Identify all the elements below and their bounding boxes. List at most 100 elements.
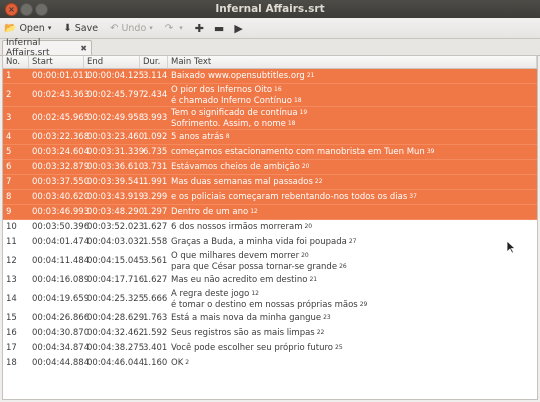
cell-end[interactable]: 00:03:39.541 — [84, 175, 144, 189]
cell-main-text[interactable]: Mas eu não acredito em destino 21 — [168, 273, 537, 287]
cell-start[interactable]: 00:03:22.368 — [29, 130, 89, 144]
cell-main-text[interactable]: Está a mais nova da minha gangue 23 — [168, 311, 537, 325]
cell-main-text[interactable]: Você pode escolher seu próprio futuro 25 — [168, 341, 537, 355]
column-header-end[interactable]: End — [84, 56, 140, 68]
cell-main-text[interactable]: 6 dos nossos irmãos morreram 20 — [168, 220, 537, 234]
table-row[interactable]: 1 00:00:01.011 00:00:04.125 3.114 Baixado ww… — [3, 69, 537, 84]
cell-end[interactable]: 00:04:32.462 — [84, 326, 144, 340]
close-icon[interactable]: ✖ — [80, 44, 87, 53]
cell-end[interactable]: 00:03:43.919 — [84, 190, 144, 204]
cell-main-text[interactable]: Seus registros são as mais limpas 22 — [168, 326, 537, 340]
cell-end[interactable]: 00:03:23.460 — [84, 130, 144, 144]
cell-end[interactable]: 00:03:36.610 — [84, 160, 144, 174]
cell-start[interactable]: 00:04:30.870 — [29, 326, 89, 340]
cell-number[interactable]: 1 — [3, 69, 29, 83]
cell-duration[interactable]: 1.092 — [140, 130, 168, 144]
cell-main-text[interactable]: OK 2 — [168, 356, 537, 370]
table-row[interactable]: 2 00:02:43.363 00:02:45.797 2.434 O pior dos… — [3, 84, 537, 107]
cell-number[interactable]: 14 — [3, 288, 29, 310]
cell-duration[interactable]: 1.592 — [140, 326, 168, 340]
cell-number[interactable]: 5 — [3, 145, 29, 159]
tab-infernal-affairs[interactable]: Infernal Affairs.srt ✖ — [2, 38, 92, 58]
column-header-no[interactable]: No. — [3, 56, 29, 68]
undo-button[interactable]: ↶ Undo ▾ — [110, 23, 153, 34]
cell-start[interactable]: 00:02:43.363 — [29, 84, 89, 106]
cell-duration[interactable]: 2.434 — [140, 84, 168, 106]
cell-start[interactable]: 00:04:19.659 — [29, 288, 89, 310]
table-row[interactable]: 14 00:04:19.659 00:04:25.325 5.666 A regra d… — [3, 288, 537, 311]
cell-end[interactable]: 00:03:31.339 — [84, 145, 144, 159]
cell-main-text[interactable]: Estávamos cheios de ambição 20 — [168, 160, 537, 174]
table-row[interactable]: 8 00:03:40.620 00:03:43.919 3.299 e os polic… — [3, 190, 537, 205]
cell-duration[interactable]: 1.160 — [140, 356, 168, 370]
cell-start[interactable]: 00:04:11.484 — [29, 250, 89, 272]
column-header-start[interactable]: Start — [29, 56, 84, 68]
cell-duration[interactable]: 1.558 — [140, 235, 168, 249]
chevron-down-icon[interactable]: ▾ — [179, 24, 183, 32]
table-row[interactable]: 16 00:04:30.870 00:04:32.462 1.592 Seus regi… — [3, 326, 537, 341]
open-button[interactable]: 📂 Open ▾ — [4, 23, 51, 34]
table-row[interactable]: 15 00:04:26.866 00:04:28.629 1.763 Está a ma… — [3, 311, 537, 326]
cell-end[interactable]: 00:04:46.044 — [84, 356, 144, 370]
chevron-down-icon[interactable]: ▾ — [149, 24, 153, 32]
cell-end[interactable]: 00:00:04.125 — [84, 69, 144, 83]
cell-main-text[interactable]: Dentro de um ano 12 — [168, 205, 537, 219]
cell-start[interactable]: 00:03:37.550 — [29, 175, 89, 189]
cell-end[interactable]: 00:02:45.797 — [84, 84, 144, 106]
cell-duration[interactable]: 5.666 — [140, 288, 168, 310]
cell-duration[interactable]: 3.114 — [140, 69, 168, 83]
cell-start[interactable]: 00:04:01.474 — [29, 235, 89, 249]
cell-number[interactable]: 15 — [3, 311, 29, 325]
table-row[interactable]: 11 00:04:01.474 00:04:03.032 1.558 Graças a … — [3, 235, 537, 250]
cell-start[interactable]: 00:03:32.879 — [29, 160, 89, 174]
cell-number[interactable]: 8 — [3, 190, 29, 204]
redo-button[interactable]: ↷ ▾ — [165, 23, 183, 34]
cell-start[interactable]: 00:03:50.396 — [29, 220, 89, 234]
cell-number[interactable]: 10 — [3, 220, 29, 234]
cell-end[interactable]: 00:02:49.958 — [84, 107, 144, 129]
cell-main-text[interactable]: Graças a Buda, a minha vida foi poupada 2… — [168, 235, 537, 249]
cell-number[interactable]: 9 — [3, 205, 29, 219]
cell-number[interactable]: 2 — [3, 84, 29, 106]
table-row[interactable]: 4 00:03:22.368 00:03:23.460 1.092 5 anos atr… — [3, 130, 537, 145]
chevron-down-icon[interactable]: ▾ — [48, 24, 52, 32]
remove-subtitle-button[interactable]: ▬ — [214, 22, 224, 35]
cell-end[interactable]: 00:03:48.290 — [84, 205, 144, 219]
cell-main-text[interactable]: e os policiais começaram rebentando-nos … — [168, 190, 537, 204]
cell-duration[interactable]: 3.299 — [140, 190, 168, 204]
cell-duration[interactable]: 1.991 — [140, 175, 168, 189]
table-row[interactable]: 12 00:04:11.484 00:04:15.045 3.561 O que mil… — [3, 250, 537, 273]
table-row[interactable]: 13 00:04:16.089 00:04:17.716 1.627 Mas eu nã… — [3, 273, 537, 288]
cell-end[interactable]: 00:04:38.275 — [84, 341, 144, 355]
insert-subtitle-button[interactable]: ✚ — [195, 22, 204, 35]
cell-end[interactable]: 00:04:17.716 — [84, 273, 144, 287]
cell-number[interactable]: 7 — [3, 175, 29, 189]
cell-main-text[interactable]: Baixado www.opensubtitles.org 21 — [168, 69, 537, 83]
cell-start[interactable]: 00:03:40.620 — [29, 190, 89, 204]
cell-end[interactable]: 00:04:03.032 — [84, 235, 144, 249]
table-row[interactable]: 18 00:04:44.884 00:04:46.044 1.160 OK 2 — [3, 356, 537, 371]
save-button[interactable]: ⬇ Save — [63, 23, 98, 34]
table-row[interactable]: 6 00:03:32.879 00:03:36.610 3.731 Estávamos … — [3, 160, 537, 175]
table-row[interactable]: 9 00:03:46.993 00:03:48.290 1.297 Dentro de … — [3, 205, 537, 220]
cell-duration[interactable]: 3.401 — [140, 341, 168, 355]
cell-main-text[interactable]: A regra deste jogo 12 é tomar o destino em… — [168, 288, 537, 310]
cell-start[interactable]: 00:02:45.965 — [29, 107, 89, 129]
column-header-main-text[interactable]: Main Text — [168, 56, 537, 68]
cell-number[interactable]: 12 — [3, 250, 29, 272]
cell-duration[interactable]: 6.735 — [140, 145, 168, 159]
cell-number[interactable]: 11 — [3, 235, 29, 249]
cell-start[interactable]: 00:00:01.011 — [29, 69, 89, 83]
cell-start[interactable]: 00:04:44.884 — [29, 356, 89, 370]
table-row[interactable]: 7 00:03:37.550 00:03:39.541 1.991 Mas duas s… — [3, 175, 537, 190]
cell-end[interactable]: 00:04:25.325 — [84, 288, 144, 310]
cell-duration[interactable]: 3.731 — [140, 160, 168, 174]
table-row[interactable]: 3 00:02:45.965 00:02:49.958 3.993 Tem o sign… — [3, 107, 537, 130]
cell-duration[interactable]: 3.561 — [140, 250, 168, 272]
cell-main-text[interactable]: 5 anos atrás 8 — [168, 130, 537, 144]
cell-number[interactable]: 6 — [3, 160, 29, 174]
cell-end[interactable]: 00:04:28.629 — [84, 311, 144, 325]
cell-main-text[interactable]: O que milhares devem morrer 20 para que Cé… — [168, 250, 537, 272]
cell-number[interactable]: 17 — [3, 341, 29, 355]
cell-start[interactable]: 00:03:46.993 — [29, 205, 89, 219]
